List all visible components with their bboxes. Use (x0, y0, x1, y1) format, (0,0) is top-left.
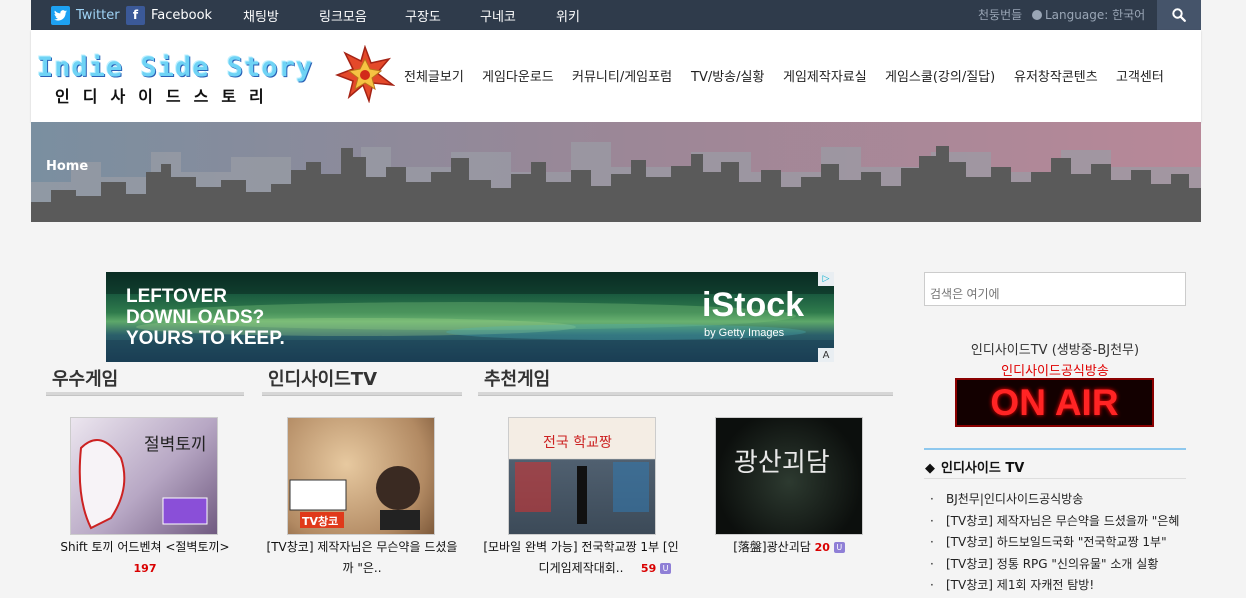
thumbnail-title: 절벽토끼 (144, 435, 207, 455)
nav-resources[interactable]: 게임제작자료실 (783, 66, 867, 85)
bullet-icon: · (930, 535, 934, 549)
facebook-label: Facebook (151, 7, 213, 23)
list-item[interactable]: · BJ천무|인디사이드공식방송 (930, 490, 1186, 512)
sidebar-list-heading: ◆ 인디사이드 TV (924, 448, 1186, 479)
list-item-label: [TV창코] 제1회 자캐전 탐방! (946, 578, 1095, 592)
breadcrumb-home[interactable]: Home (46, 159, 88, 174)
nav-user-content[interactable]: 유저창작콘텐츠 (1014, 66, 1098, 85)
list-item-label: [TV창코] 정통 RPG "신의유물" 소개 실황 (946, 556, 1159, 571)
section-underline (262, 392, 462, 396)
nav-school[interactable]: 게임스쿨(강의/질답) (885, 66, 995, 85)
list-item-label: [TV창코] 하드보일드국화 "전국학교짱 1부" (946, 535, 1167, 549)
section-underline (478, 392, 893, 396)
nav-community[interactable]: 커뮤니티/게임포럼 (572, 66, 672, 85)
topmenu-guneko[interactable]: 구네코 (480, 6, 516, 25)
facebook-link[interactable]: f Facebook (126, 5, 212, 25)
section-underline (46, 392, 244, 396)
twitter-link[interactable]: Twitter (51, 5, 120, 25)
section-title-best[interactable]: 우수게임 (52, 365, 118, 391)
nav-game-download[interactable]: 게임다운로드 (482, 66, 554, 85)
topmenu-chat[interactable]: 채팅방 (243, 6, 279, 25)
ad-line-1: LEFTOVER (126, 286, 227, 307)
list-item-label: BJ천무|인디사이드공식방송 (946, 492, 1084, 506)
list-item[interactable]: · [TV창코] 정통 RPG "신의유물" 소개 실황 (930, 555, 1186, 577)
tv-channel-link[interactable]: 인디사이드공식방송 (924, 360, 1186, 379)
bullet-icon: · (930, 578, 934, 592)
comment-count: 197 (133, 562, 157, 575)
on-air-button[interactable]: ON AIR (955, 378, 1154, 427)
site-header: Indie Side Story 인디사이드스토리 전체글보기 게임다운로드 커… (31, 30, 1201, 122)
list-item[interactable]: · [TV창코] 제작자님은 무슨약을 드셨을까 "은혜 (930, 512, 1186, 534)
ad-logo-icon: A (818, 348, 834, 362)
language-selector[interactable]: Language: 한국어 (1032, 6, 1145, 23)
ad-line-3: YOURS TO KEEP. (126, 328, 285, 349)
comment-count: 59 (640, 562, 657, 575)
nav-tv[interactable]: TV/방송/실황 (691, 66, 764, 85)
user-link[interactable]: 천둥번들 (978, 6, 1022, 23)
tv-title: [TV창코] 제작자님은 무슨약을 드셨을까 "은.. (266, 540, 458, 575)
language-label: Language: 한국어 (1045, 8, 1146, 22)
adchoices-icon[interactable]: ▷ (818, 272, 834, 286)
list-item-label: [TV창코] 제작자님은 무슨약을 드셨을까 "은혜 (946, 513, 1180, 528)
logo-text: Indie Side Story (37, 52, 314, 83)
comment-count: 20 (814, 541, 830, 554)
ad-brand: iStock (702, 286, 805, 324)
thumbnail-title: 전국 학교짱 (543, 435, 612, 451)
game-thumbnail[interactable]: 전국 학교짱 (508, 417, 656, 535)
game-thumbnail[interactable]: 절벽토끼 (70, 417, 218, 535)
thumbnail-title: TV창코 (302, 515, 339, 528)
ad-headline: LEFTOVER DOWNLOADS? YOURS TO KEEP. (126, 286, 285, 349)
section-title-tv[interactable]: 인디사이드TV (268, 365, 377, 391)
sidebar-search-input[interactable] (924, 272, 1186, 306)
list-item[interactable]: · [TV창코] 하드보일드국화 "전국학교짱 1부" (930, 533, 1186, 555)
game-title: Shift 토끼 어드벤쳐 <절벽토끼> (60, 540, 230, 554)
update-badge-icon: U (660, 563, 672, 574)
sidebar-video-list: · BJ천무|인디사이드공식방송 · [TV창코] 제작자님은 무슨약을 드셨을까 … (930, 490, 1186, 598)
sidebar-list-title: 인디사이드 TV (941, 461, 1025, 476)
diamond-bullet-icon: ◆ (925, 461, 935, 476)
tv-caption[interactable]: [TV창코] 제작자님은 무슨약을 드셨을까 "은.. (262, 537, 462, 579)
game-title: [落盤]광산괴담 (733, 540, 811, 554)
section-title-recommended[interactable]: 추천게임 (484, 365, 550, 391)
topmenu-links[interactable]: 링크모음 (319, 6, 367, 25)
logo-emblem-icon (335, 45, 395, 103)
bullet-icon: · (930, 492, 934, 506)
page-banner: Home (31, 122, 1201, 222)
advertisement-banner[interactable]: LEFTOVER DOWNLOADS? YOURS TO KEEP. iStoc… (106, 272, 834, 362)
top-bar: Twitter f Facebook 채팅방 링크모음 구장도 구네코 위키 천… (31, 0, 1201, 30)
twitter-icon (51, 5, 70, 25)
search-icon (1172, 8, 1186, 22)
game-thumbnail[interactable]: 광산괴담 (715, 417, 863, 535)
thumbnail-title: 광산괴담 (734, 448, 830, 478)
game-caption[interactable]: Shift 토끼 어드벤쳐 <절벽토끼> 197 (46, 537, 244, 579)
logo-subtitle: 인디사이드스토리 (55, 87, 277, 106)
game-caption[interactable]: [落盤]광산괴담 20 U (690, 537, 888, 558)
city-skyline-image (31, 122, 1201, 222)
topmenu-map[interactable]: 구장도 (405, 6, 441, 25)
game-caption[interactable]: [모바일 완벽 가능] 전국학교짱 1부 [인디게임제작대회.. 59 U (478, 537, 684, 579)
update-badge-icon: U (833, 542, 845, 553)
nav-all-posts[interactable]: 전체글보기 (404, 66, 464, 85)
globe-icon (1032, 10, 1042, 20)
nav-support[interactable]: 고객센터 (1116, 66, 1164, 85)
search-button[interactable] (1157, 0, 1201, 30)
bullet-icon: · (930, 556, 934, 571)
ad-brand-sub: by Getty Images (704, 327, 785, 339)
tv-channel-title[interactable]: 인디사이드TV (생방중-BJ천무) (924, 339, 1186, 358)
twitter-label: Twitter (76, 7, 120, 23)
tv-thumbnail[interactable]: TV창코 (287, 417, 435, 535)
facebook-icon: f (126, 5, 145, 25)
bullet-icon: · (930, 513, 934, 528)
ad-line-2: DOWNLOADS? (126, 307, 265, 328)
list-item[interactable]: · [TV창코] 제1회 자캐전 탐방! (930, 576, 1186, 598)
topmenu-wiki[interactable]: 위키 (556, 6, 580, 25)
